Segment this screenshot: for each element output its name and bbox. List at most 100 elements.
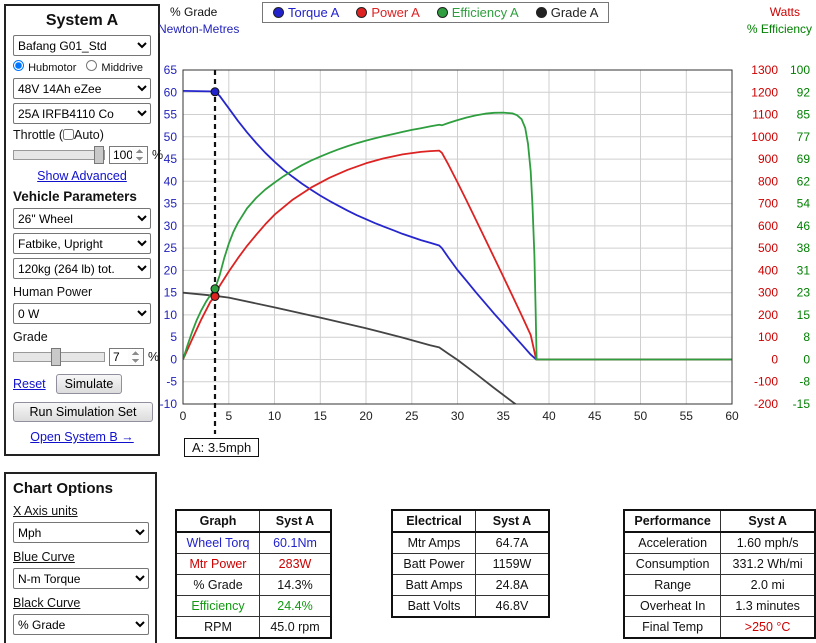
grade-input[interactable] — [109, 348, 144, 366]
svg-text:50: 50 — [164, 130, 178, 144]
svg-text:15: 15 — [314, 409, 328, 423]
svg-text:23: 23 — [797, 286, 811, 300]
middrive-radio[interactable] — [86, 60, 97, 71]
table-row: Consumption331.2 Wh/mi — [624, 554, 815, 575]
graph-row-label: % Grade — [176, 575, 260, 596]
wheel-select[interactable]: 26" Wheel — [13, 208, 151, 229]
table-row: % Grade14.3% — [176, 575, 331, 596]
svg-text:38: 38 — [797, 241, 811, 255]
performance-row-label: Acceleration — [624, 532, 721, 554]
svg-text:1100: 1100 — [752, 108, 778, 122]
svg-text:62: 62 — [797, 174, 811, 188]
svg-text:-15: -15 — [793, 397, 811, 411]
svg-text:85: 85 — [797, 108, 811, 122]
svg-text:-5: -5 — [166, 375, 177, 389]
hubmotor-radio-label[interactable]: Hubmotor — [13, 60, 76, 74]
svg-text:500: 500 — [758, 241, 778, 255]
svg-text:200: 200 — [758, 308, 778, 322]
table-row: RPM45.0 rpm — [176, 617, 331, 639]
open-system-b-link[interactable]: Open System B → — [30, 430, 134, 444]
chart-options-panel: Chart Options X Axis units Mph Blue Curv… — [4, 472, 157, 643]
posture-select[interactable]: Fatbike, Upright — [13, 233, 151, 254]
motor-select[interactable]: Bafang G01_Std — [13, 35, 151, 56]
graph-row-value: 14.3% — [260, 575, 332, 596]
black-curve-select[interactable]: % Grade — [13, 614, 149, 635]
electrical-row-value: 64.7A — [476, 532, 550, 554]
svg-text:60: 60 — [164, 85, 178, 99]
graph-header-cell: Graph — [176, 510, 260, 532]
electrical-row-value: 24.8A — [476, 575, 550, 596]
controller-select[interactable]: 25A IRFB4110 Co — [13, 103, 151, 124]
middrive-radio-label[interactable]: Middrive — [86, 60, 143, 74]
performance-row-value: 2.0 mi — [721, 575, 815, 596]
svg-text:15: 15 — [164, 286, 178, 300]
svg-text:% Efficiency: % Efficiency — [747, 22, 812, 36]
graph-table: GraphSyst AWheel Torq60.1NmMtr Power283W… — [175, 509, 332, 639]
table-row: Acceleration1.60 mph/s — [624, 532, 815, 554]
svg-text:% Grade: % Grade — [170, 5, 218, 19]
svg-text:69: 69 — [797, 152, 811, 166]
svg-text:900: 900 — [758, 152, 778, 166]
table-row: Final Temp>250 °C — [624, 617, 815, 639]
electrical-row-value: 46.8V — [476, 596, 550, 618]
human-power-select[interactable]: 0 W — [13, 303, 151, 324]
performance-row-value: 331.2 Wh/mi — [721, 554, 815, 575]
svg-text:55: 55 — [164, 108, 178, 122]
performance-row-value: 1.3 minutes — [721, 596, 815, 617]
graph-row-label: Wheel Torq — [176, 532, 260, 554]
performance-row-label: Final Temp — [624, 617, 721, 639]
svg-text:700: 700 — [758, 197, 778, 211]
svg-text:10: 10 — [268, 409, 282, 423]
svg-text:35: 35 — [497, 409, 511, 423]
throttle-input[interactable] — [109, 146, 148, 164]
graph-row-value: 283W — [260, 554, 332, 575]
table-row: Batt Power1159W — [392, 554, 549, 575]
simulate-button[interactable]: Simulate — [56, 374, 123, 394]
svg-text:20: 20 — [164, 263, 178, 277]
grade-slider[interactable] — [13, 348, 105, 366]
blue-curve-select[interactable]: N-m Torque — [13, 568, 149, 589]
svg-text:0: 0 — [170, 353, 177, 367]
performance-table: PerformanceSyst AAcceleration1.60 mph/sC… — [623, 509, 816, 639]
svg-text:20: 20 — [359, 409, 373, 423]
grade-label: Grade — [13, 330, 151, 344]
run-simulation-set-button[interactable]: Run Simulation Set — [13, 402, 153, 422]
svg-text:45: 45 — [164, 152, 178, 166]
battery-select[interactable]: 48V 14Ah eZee — [13, 78, 151, 99]
svg-text:92: 92 — [797, 85, 811, 99]
cursor-speed-label[interactable]: A: 3.5mph — [184, 438, 259, 457]
reset-link[interactable]: Reset — [13, 377, 46, 391]
svg-text:54: 54 — [797, 197, 811, 211]
svg-text:800: 800 — [758, 174, 778, 188]
simulator-page: System A Bafang G01_Std Hubmotor Middriv… — [0, 0, 816, 643]
svg-text:15: 15 — [797, 308, 811, 322]
svg-text:-100: -100 — [754, 375, 778, 389]
legend-marker-icon — [273, 7, 284, 18]
legend-label: Torque A — [288, 5, 339, 20]
human-power-label: Human Power — [13, 285, 151, 299]
graph-row-label: RPM — [176, 617, 260, 639]
performance-row-label: Overheat In — [624, 596, 721, 617]
x-axis-units-select[interactable]: Mph — [13, 522, 149, 543]
blue-curve-label: Blue Curve — [13, 550, 148, 564]
graph-row-value: 24.4% — [260, 596, 332, 617]
throttle-slider[interactable] — [13, 146, 105, 164]
svg-text:5: 5 — [225, 409, 232, 423]
weight-select[interactable]: 120kg (264 lb) tot. — [13, 258, 151, 279]
show-advanced-link[interactable]: Show Advanced — [37, 169, 127, 183]
electrical-row-label: Mtr Amps — [392, 532, 476, 554]
electrical-row-label: Batt Amps — [392, 575, 476, 596]
table-row: Batt Volts46.8V — [392, 596, 549, 618]
svg-text:5: 5 — [170, 330, 177, 344]
svg-text:45: 45 — [588, 409, 602, 423]
svg-text:8: 8 — [803, 330, 810, 344]
svg-text:60: 60 — [725, 409, 739, 423]
svg-text:25: 25 — [164, 241, 178, 255]
legend-marker-icon — [356, 7, 367, 18]
chart-plot[interactable]: 6513001006012009255110085501000774590069… — [150, 0, 816, 462]
system-a-title: System A — [13, 12, 151, 30]
electrical-table: ElectricalSyst AMtr Amps64.7ABatt Power1… — [391, 509, 550, 618]
hubmotor-radio[interactable] — [13, 60, 24, 71]
throttle-auto-checkbox[interactable] — [63, 129, 74, 140]
electrical-row-value: 1159W — [476, 554, 550, 575]
